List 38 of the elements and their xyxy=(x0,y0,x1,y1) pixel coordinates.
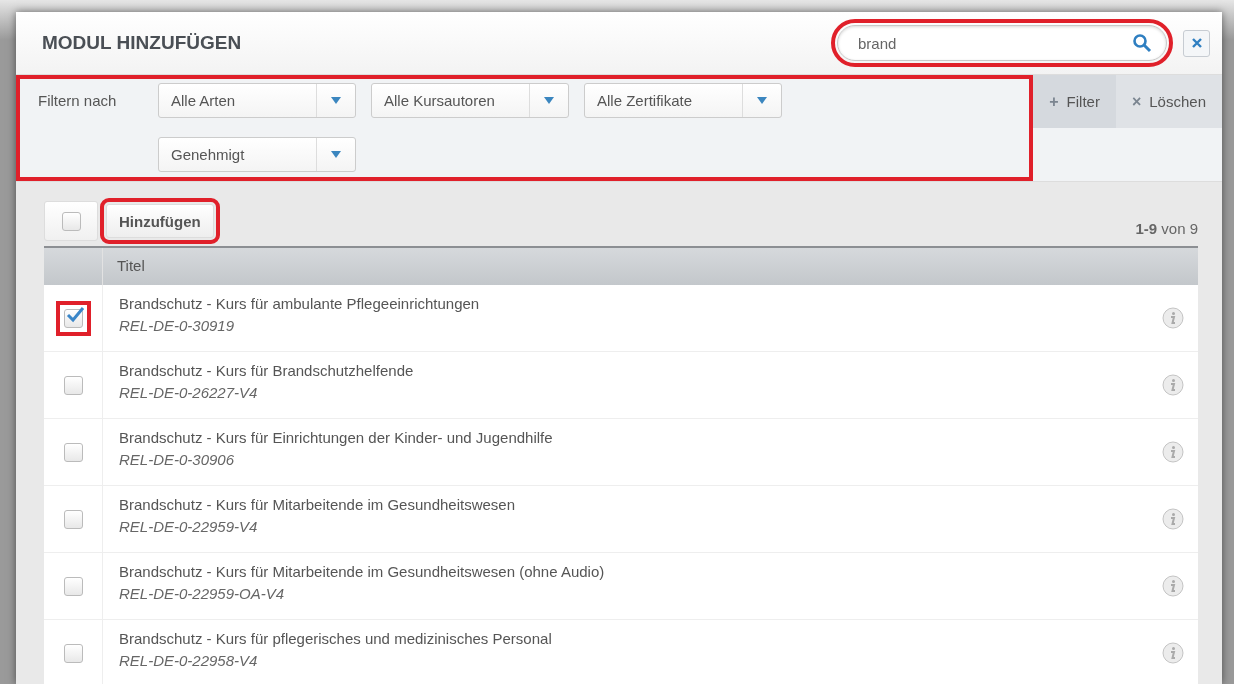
caret-icon xyxy=(757,97,767,104)
info-icon[interactable] xyxy=(1162,575,1184,597)
module-title: Brandschutz - Kurs für Einrichtungen der Kinder- und Jugendhilfe xyxy=(119,429,554,446)
dialog-title: MODUL HINZUFÜGEN xyxy=(42,32,243,54)
pagination-text: 1-9 von 9 xyxy=(1135,218,1198,237)
info-icon[interactable] xyxy=(1162,307,1184,329)
info-icon[interactable] xyxy=(1162,508,1184,530)
module-code: REL-DE-0-30919 xyxy=(119,317,236,334)
module-title: Brandschutz - Kurs für pflegerisches und medizinisches Personal xyxy=(119,630,553,647)
search-icon[interactable] xyxy=(1132,33,1152,53)
add-filter-button[interactable]: + Filter xyxy=(1033,75,1116,128)
filter-dropdown[interactable]: Alle Arten xyxy=(158,83,356,118)
info-icon[interactable] xyxy=(1162,374,1184,396)
module-title: Brandschutz - Kurs für ambulante Pflegeeinrichtungen xyxy=(119,295,481,312)
module-code: REL-DE-0-26227-V4 xyxy=(119,384,259,401)
close-button[interactable] xyxy=(1183,29,1210,57)
module-title: Brandschutz - Kurs für Brandschutzhelfende xyxy=(119,362,415,379)
clear-button[interactable]: × Löschen xyxy=(1115,75,1222,128)
column-header: Titel xyxy=(102,248,1198,285)
caret-icon xyxy=(331,97,341,104)
checkbox[interactable] xyxy=(57,302,89,334)
caret-icon xyxy=(331,151,341,158)
checkmark-icon xyxy=(64,305,85,324)
filter-dropdown[interactable]: Alle Zertifikate xyxy=(584,83,782,118)
module-code: REL-DE-0-22959-OA-V4 xyxy=(119,585,286,602)
info-icon[interactable] xyxy=(1162,642,1184,664)
close-icon[interactable] xyxy=(1190,37,1203,49)
module-code: REL-DE-0-30906 xyxy=(119,451,236,468)
search-input[interactable]: brand xyxy=(856,33,1132,53)
module-title: Brandschutz - Kurs für Mitarbeitende im Gesundheitswesen xyxy=(119,496,517,513)
module-code: REL-DE-0-22958-V4 xyxy=(119,652,259,669)
filter-dropdown[interactable]: Alle Kursautoren xyxy=(371,83,569,118)
module-code: REL-DE-0-22959-V4 xyxy=(119,518,259,535)
filter-dropdown[interactable]: Genehmigt xyxy=(158,137,356,172)
caret-icon xyxy=(544,97,554,104)
module-title: Brandschutz - Kurs für Mitarbeitende im Gesundheitswesen (ohne Audio) xyxy=(119,563,606,580)
filter-label: Filtern nach xyxy=(38,91,118,111)
info-icon[interactable] xyxy=(1162,441,1184,463)
